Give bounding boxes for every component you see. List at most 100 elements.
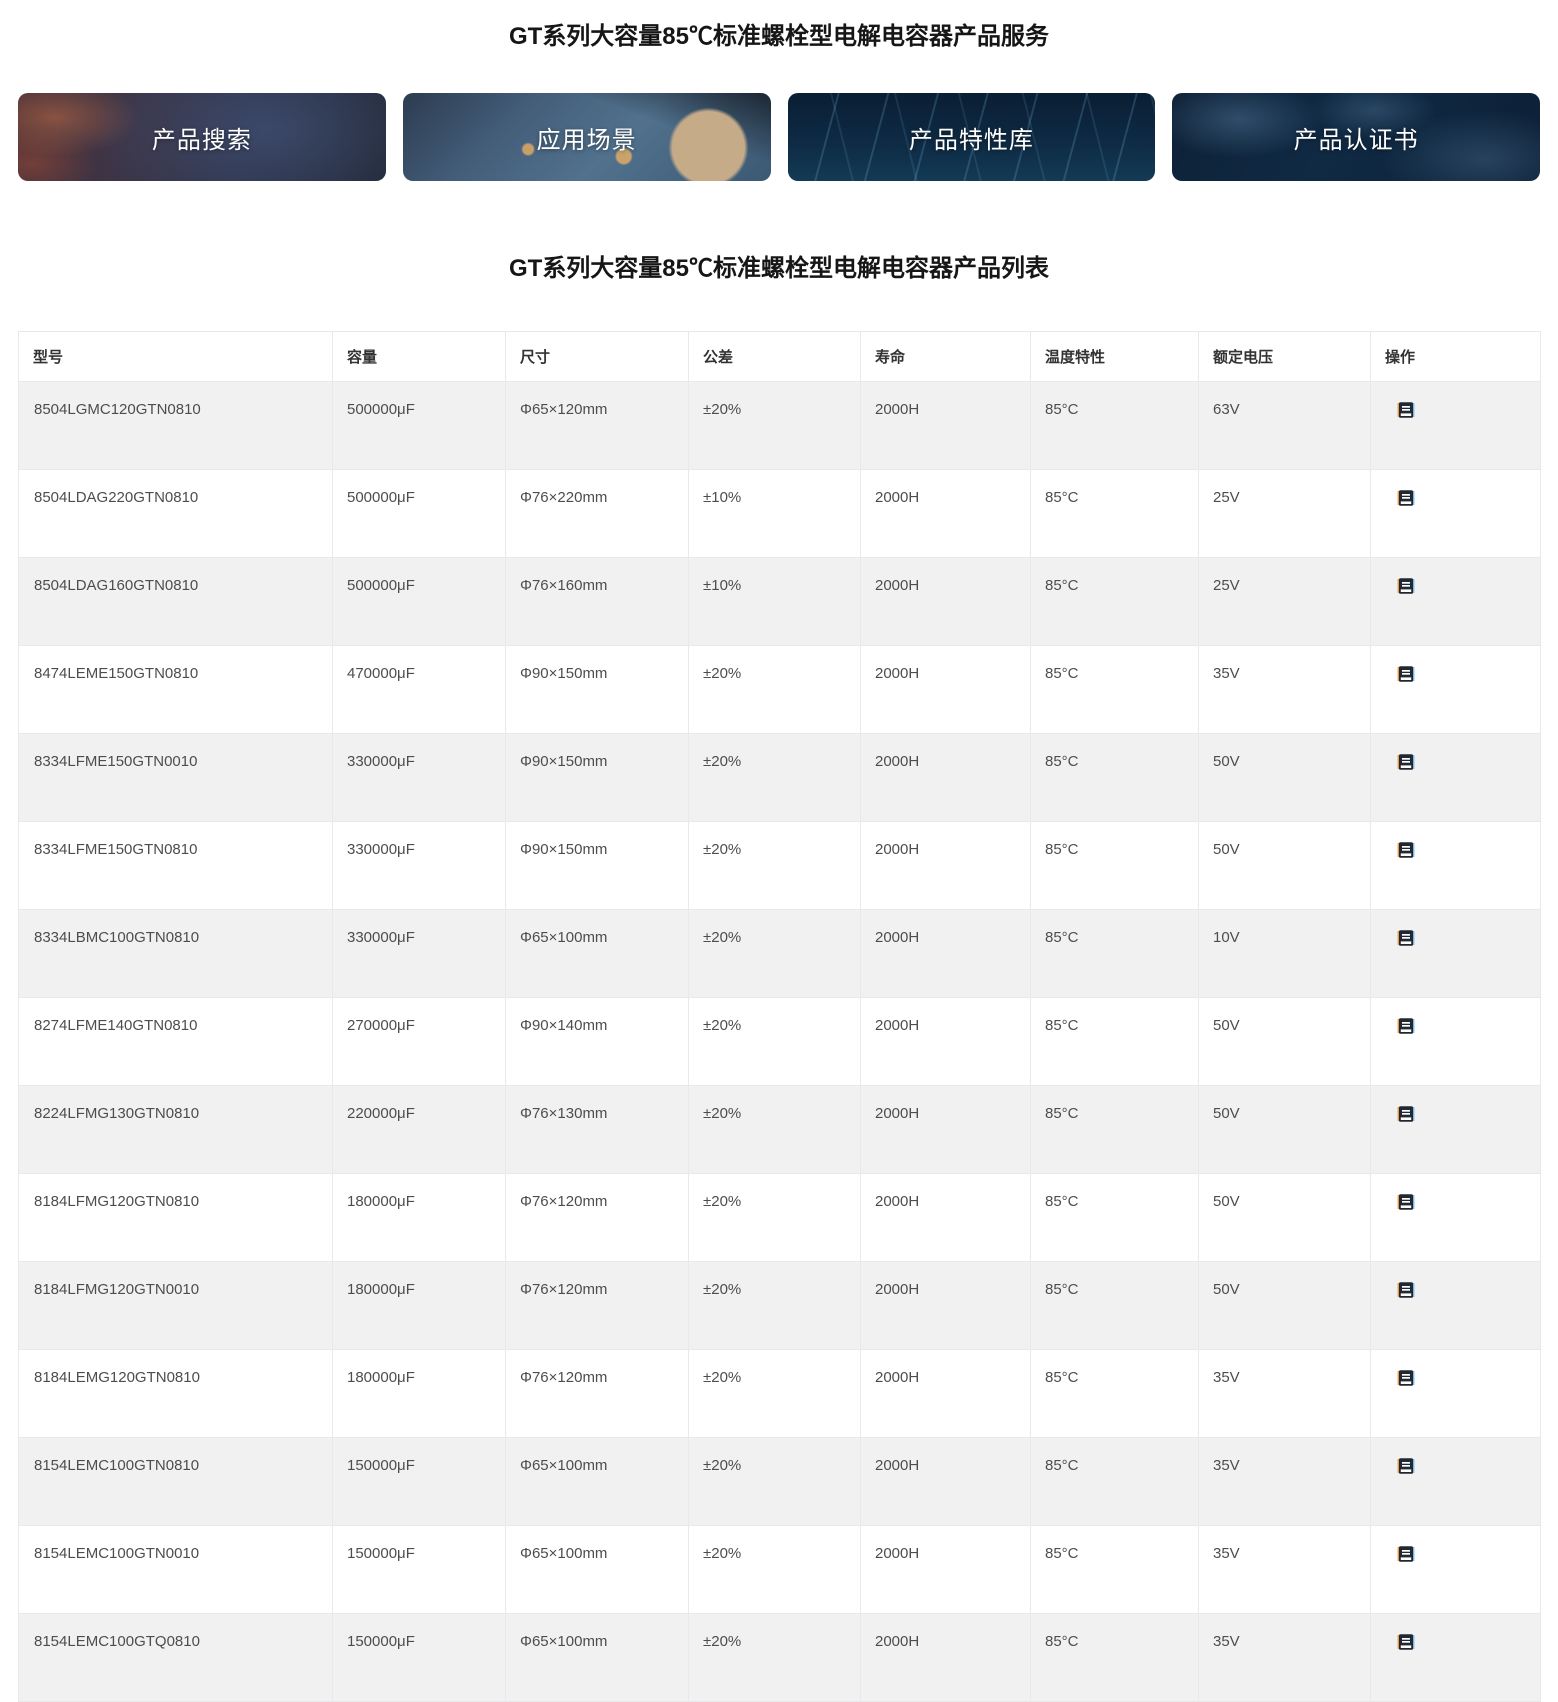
table-row: 8334LFME150GTN0810 330000μF Φ90×150mm ±2… [18,821,1541,910]
cell-tolerance: ±20% [688,733,861,822]
cell-life: 2000H [860,1173,1031,1262]
view-detail-button[interactable] [1397,929,1415,947]
cell-action [1370,645,1541,734]
notebook-icon [1397,930,1415,946]
cell-capacity: 330000μF [332,733,506,822]
table-row: 8334LBMC100GTN0810 330000μF Φ65×100mm ±2… [18,909,1541,998]
nav-card-feature-library[interactable]: 产品特性库 [787,93,1156,181]
cell-life: 2000H [860,821,1031,910]
cell-action [1370,1437,1541,1526]
notebook-icon [1397,1546,1415,1562]
cell-model: 8154LEMC100GTQ0810 [18,1613,333,1702]
cell-tolerance: ±20% [688,909,861,998]
cell-tolerance: ±20% [688,1613,861,1702]
view-detail-button[interactable] [1397,1369,1415,1387]
header-row: 型号 容量 尺寸 公差 寿命 温度特性 额定电压 操作 [18,331,1541,382]
cell-temp: 85°C [1030,733,1199,822]
view-detail-button[interactable] [1397,1281,1415,1299]
cell-tolerance: ±20% [688,1173,861,1262]
nav-card-label: 应用场景 [536,126,637,154]
cell-model: 8184LEMG120GTN0810 [18,1349,333,1438]
nav-card-label: 产品认证书 [1293,126,1419,154]
cell-capacity: 180000μF [332,1173,506,1262]
view-detail-button[interactable] [1397,401,1415,419]
col-header-capacity: 容量 [332,331,506,382]
col-header-tolerance: 公差 [688,331,861,382]
view-detail-button[interactable] [1397,1017,1415,1035]
cell-tolerance: ±10% [688,557,861,646]
col-header-voltage: 额定电压 [1198,331,1371,382]
cell-capacity: 180000μF [332,1349,506,1438]
cell-size: Φ65×100mm [505,1437,689,1526]
cell-size: Φ65×100mm [505,1525,689,1614]
cell-capacity: 330000μF [332,909,506,998]
cell-voltage: 50V [1198,1173,1371,1262]
cell-size: Φ76×120mm [505,1349,689,1438]
cell-action [1370,381,1541,470]
cell-size: Φ65×120mm [505,381,689,470]
col-header-size: 尺寸 [505,331,689,382]
view-detail-button[interactable] [1397,1457,1415,1475]
cell-action [1370,733,1541,822]
view-detail-button[interactable] [1397,665,1415,683]
nav-card-certificates[interactable]: 产品认证书 [1172,93,1540,181]
cell-temp: 85°C [1030,1437,1199,1526]
cell-size: Φ76×120mm [505,1261,689,1350]
cell-action [1370,1173,1541,1262]
list-title: GT系列大容量85℃标准螺栓型电解电容器产品列表 [508,255,1050,282]
cell-model: 8334LFME150GTN0010 [18,733,333,822]
cell-capacity: 500000μF [332,469,506,558]
cell-model: 8154LEMC100GTN0010 [18,1525,333,1614]
cell-model: 8184LFMG120GTN0010 [18,1261,333,1350]
view-detail-button[interactable] [1397,577,1415,595]
cell-size: Φ90×140mm [505,997,689,1086]
cell-model: 8224LFMG130GTN0810 [18,1085,333,1174]
nav-card-label: 产品特性库 [908,126,1034,154]
cell-size: Φ76×160mm [505,557,689,646]
notebook-icon [1397,666,1415,682]
table-row: 8504LDAG160GTN0810 500000μF Φ76×160mm ±1… [18,557,1541,646]
cell-tolerance: ±20% [688,1349,861,1438]
cell-model: 8504LDAG160GTN0810 [18,557,333,646]
notebook-icon [1397,578,1415,594]
cell-temp: 85°C [1030,1525,1199,1614]
cell-capacity: 330000μF [332,821,506,910]
cell-life: 2000H [860,1261,1031,1350]
cell-temp: 85°C [1030,1349,1199,1438]
view-detail-button[interactable] [1397,1633,1415,1651]
view-detail-button[interactable] [1397,1193,1415,1211]
cell-temp: 85°C [1030,997,1199,1086]
cell-tolerance: ±10% [688,469,861,558]
cell-model: 8334LBMC100GTN0810 [18,909,333,998]
view-detail-button[interactable] [1397,1105,1415,1123]
cell-size: Φ65×100mm [505,909,689,998]
cell-size: Φ90×150mm [505,645,689,734]
cell-life: 2000H [860,381,1031,470]
table-row: 8274LFME140GTN0810 270000μF Φ90×140mm ±2… [18,997,1541,1086]
notebook-icon [1397,1458,1415,1474]
table-row: 8154LEMC100GTN0810 150000μF Φ65×100mm ±2… [18,1437,1541,1526]
notebook-icon [1397,1194,1415,1210]
table-row: 8184LFMG120GTN0810 180000μF Φ76×120mm ±2… [18,1173,1541,1262]
cell-size: Φ90×150mm [505,821,689,910]
cell-action [1370,1525,1541,1614]
cell-temp: 85°C [1030,1085,1199,1174]
cell-temp: 85°C [1030,381,1199,470]
view-detail-button[interactable] [1397,1545,1415,1563]
notebook-icon [1397,1282,1415,1298]
cell-life: 2000H [860,909,1031,998]
view-detail-button[interactable] [1397,489,1415,507]
page-title: GT系列大容量85℃标准螺栓型电解电容器产品服务 [508,23,1050,50]
view-detail-button[interactable] [1397,753,1415,771]
cell-life: 2000H [860,1613,1031,1702]
cell-voltage: 10V [1198,909,1371,998]
nav-card-application-scenes[interactable]: 应用场景 [402,93,771,181]
table-row: 8184LEMG120GTN0810 180000μF Φ76×120mm ±2… [18,1349,1541,1438]
table-row: 8504LGMC120GTN0810 500000μF Φ65×120mm ±2… [18,381,1541,470]
cell-voltage: 50V [1198,821,1371,910]
cell-action [1370,469,1541,558]
table-row: 8224LFMG130GTN0810 220000μF Φ76×130mm ±2… [18,1085,1541,1174]
view-detail-button[interactable] [1397,841,1415,859]
cell-model: 8334LFME150GTN0810 [18,821,333,910]
nav-card-product-search[interactable]: 产品搜索 [18,93,386,181]
